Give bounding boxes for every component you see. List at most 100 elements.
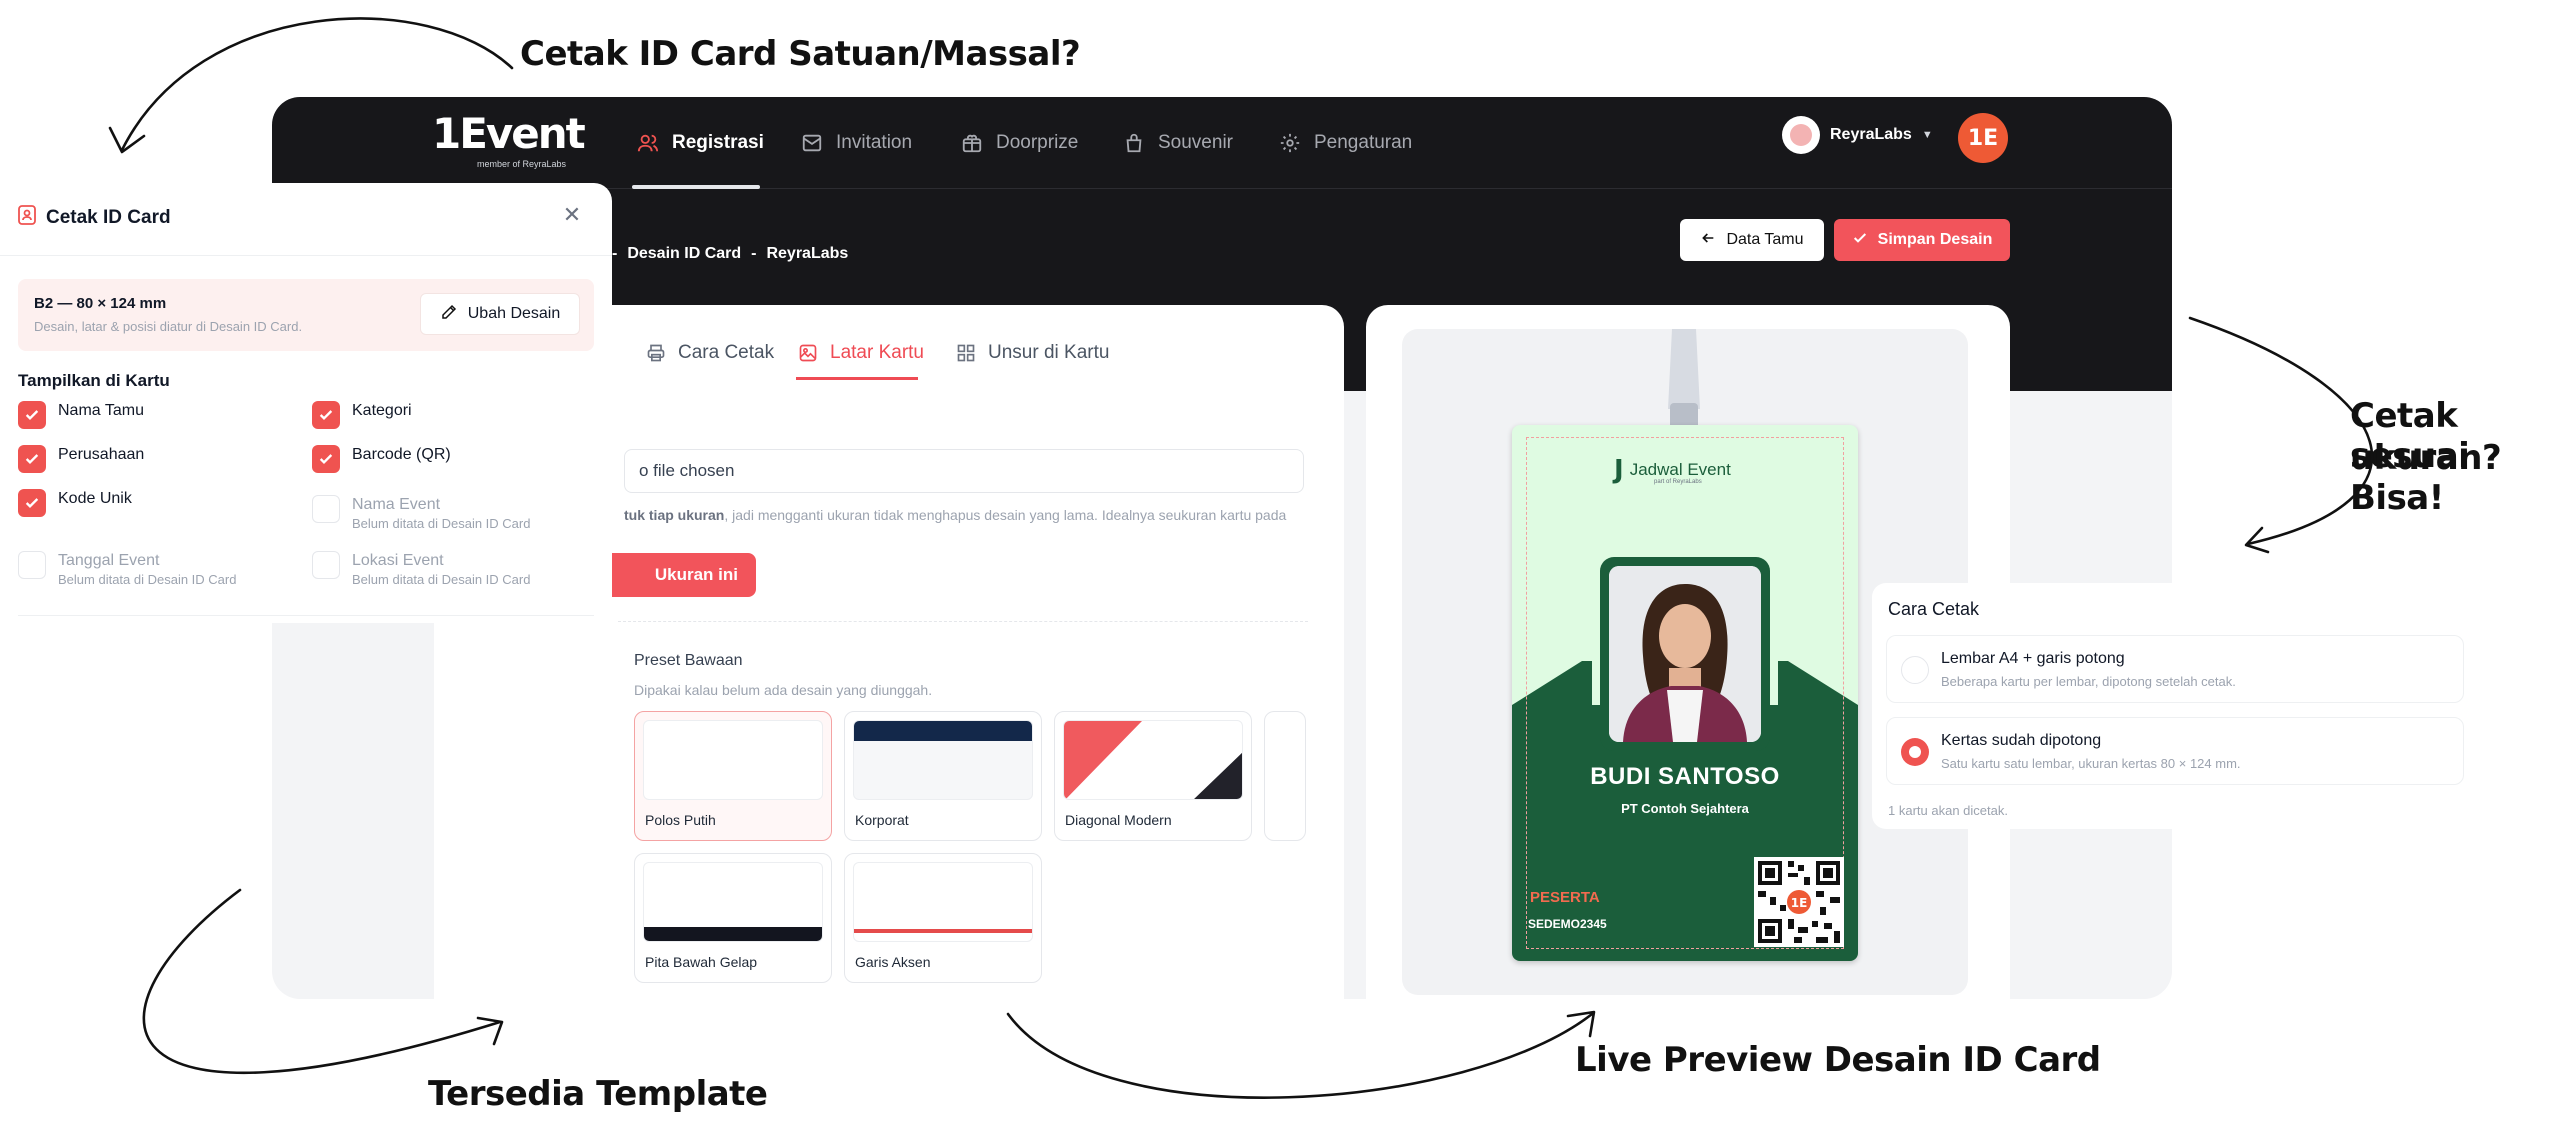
- checkbox-checked[interactable]: [312, 445, 340, 473]
- nav-item-doorprize[interactable]: Doorprize: [960, 123, 1078, 163]
- users-icon: [636, 131, 660, 155]
- preset-polos-putih[interactable]: Polos Putih: [634, 711, 832, 841]
- option-label: Kertas sudah dipotong: [1941, 732, 2102, 749]
- user-menu[interactable]: ReyraLabs ▼: [1782, 115, 1933, 155]
- data-tamu-button[interactable]: Data Tamu: [1680, 219, 1824, 261]
- tab-label: Cara Cetak: [678, 342, 775, 363]
- checkbox-checked[interactable]: [18, 401, 46, 429]
- nav-label: Invitation: [836, 132, 913, 153]
- breadcrumb: - Desain ID Card - ReyraLabs: [612, 245, 848, 263]
- active-tab-indicator: [796, 377, 918, 380]
- card-guest-name: BUDI SANTOSO: [1590, 763, 1780, 790]
- preset-lengkung-atas[interactable]: [1264, 711, 1306, 841]
- nav-label: Doorprize: [996, 132, 1079, 153]
- card-size-description: Desain, latar & posisi diatur di Desain …: [34, 319, 303, 334]
- print-id-card-panel: Cetak ID Card ✕ B2 — 80 × 124 mm Desain,…: [0, 183, 612, 623]
- checkbox-unchecked[interactable]: [312, 495, 340, 523]
- preset-label: Pita Bawah Gelap: [645, 954, 758, 970]
- button-label: Ubah Desain: [467, 305, 561, 322]
- checkbox-unchecked[interactable]: [312, 551, 340, 579]
- checkbox-kategori[interactable]: Kategori: [312, 401, 412, 429]
- brand-avatar[interactable]: 1E: [1958, 113, 2008, 163]
- checkbox-checked[interactable]: [18, 445, 46, 473]
- option-a4-sheet[interactable]: Lembar A4 + garis potong Beberapa kartu …: [1886, 635, 2464, 703]
- arrow-left-icon: [1700, 230, 1716, 251]
- print-method-panel: Cara Cetak Lembar A4 + garis potong Bebe…: [1872, 583, 2472, 829]
- checkbox-label: Perusahaan: [58, 446, 145, 463]
- tab-label: Latar Kartu: [830, 342, 924, 363]
- checkbox-barcode[interactable]: Barcode (QR): [312, 445, 451, 473]
- image-icon: [796, 341, 820, 365]
- checkbox-note: Belum ditata di Desain ID Card: [352, 516, 531, 531]
- checkbox-label: Nama Event: [352, 496, 441, 513]
- checkbox-label: Kode Unik: [58, 490, 132, 507]
- preset-pita-bawah-gelap[interactable]: Pita Bawah Gelap: [634, 853, 832, 983]
- radio-selected[interactable]: [1901, 738, 1929, 766]
- option-description: Beberapa kartu per lembar, dipotong sete…: [1941, 674, 2236, 689]
- panel-title: Cetak ID Card: [46, 207, 171, 228]
- app-logo[interactable]: 1Event member of ReyraLabs: [432, 113, 586, 170]
- breadcrumb-item: ReyraLabs: [766, 245, 849, 262]
- tab-latar-kartu[interactable]: Latar Kartu: [796, 335, 924, 371]
- checkbox-tanggal-event[interactable]: Tanggal Event Belum ditata di Desain ID …: [18, 551, 236, 589]
- panel-header: Cetak ID Card: [18, 205, 171, 231]
- breadcrumb-separator: -: [751, 245, 757, 262]
- nav-item-pengaturan[interactable]: Pengaturan: [1278, 123, 1412, 163]
- background-file-input[interactable]: o file chosen: [624, 449, 1304, 493]
- file-input-value: o file chosen: [639, 461, 735, 480]
- breadcrumb-item[interactable]: Desain ID Card: [627, 245, 741, 263]
- checkbox-label: Nama Tamu: [58, 402, 144, 419]
- checkbox-perusahaan[interactable]: Perusahaan: [18, 445, 144, 473]
- preset-korporat[interactable]: Korporat: [844, 711, 1042, 841]
- apply-size-button[interactable]: Ukuran ini: [604, 553, 756, 597]
- tab-cara-cetak[interactable]: Cara Cetak: [644, 335, 774, 371]
- checkbox-kode-unik[interactable]: Kode Unik: [18, 489, 132, 517]
- logo-subtitle: member of ReyraLabs: [477, 159, 567, 169]
- option-label: Lembar A4 + garis potong: [1941, 650, 2125, 667]
- active-nav-indicator: [632, 185, 760, 189]
- grid-icon: [954, 341, 978, 365]
- checkbox-nama-tamu[interactable]: Nama Tamu: [18, 401, 144, 429]
- bag-icon: [1122, 131, 1146, 155]
- nav-item-souvenir[interactable]: Souvenir: [1122, 123, 1233, 163]
- mail-icon: [800, 131, 824, 155]
- nav-item-registrasi[interactable]: Registrasi: [636, 123, 764, 163]
- preset-diagonal-modern[interactable]: Diagonal Modern: [1054, 711, 1252, 841]
- nav-label: Pengaturan: [1314, 132, 1413, 153]
- checkbox-lokasi-event[interactable]: Lokasi Event Belum ditata di Desain ID C…: [312, 551, 530, 589]
- panel-divider: [18, 615, 594, 616]
- arrow-right: [2188, 316, 2374, 546]
- nav-label: Registrasi: [672, 132, 764, 153]
- card-company: PT Contoh Sejahtera: [1621, 801, 1749, 816]
- nav-item-invitation[interactable]: Invitation: [800, 123, 912, 163]
- option-precut-paper[interactable]: Kertas sudah dipotong Satu kartu satu le…: [1886, 717, 2464, 785]
- card-size-label: B2 — 80 × 124 mm: [34, 295, 167, 312]
- checkbox-nama-event[interactable]: Nama Event Belum ditata di Desain ID Car…: [312, 495, 530, 533]
- save-design-button[interactable]: Simpan Desain: [1834, 219, 2010, 261]
- arrow-bottom-right: [1006, 1012, 1594, 1099]
- option-description: Satu kartu satu lembar, ukuran kertas 80…: [1941, 756, 2241, 771]
- nav-label: Souvenir: [1158, 132, 1233, 153]
- qr-code-icon: 1E: [1754, 857, 1844, 947]
- checkbox-note: Belum ditata di Desain ID Card: [352, 572, 531, 587]
- checkbox-label: Tanggal Event: [58, 552, 160, 569]
- change-design-button[interactable]: Ubah Desain: [420, 293, 580, 335]
- checkbox-note: Belum ditata di Desain ID Card: [58, 572, 237, 587]
- breadcrumb-separator: -: [612, 245, 618, 262]
- button-label: Simpan Desain: [1877, 231, 1993, 248]
- panel-divider: [0, 255, 612, 256]
- preset-garis-aksen[interactable]: Garis Aksen: [844, 853, 1042, 983]
- checkbox-checked[interactable]: [18, 489, 46, 517]
- radio-unselected[interactable]: [1901, 656, 1929, 684]
- top-nav: 1Event member of ReyraLabs Registrasi In…: [272, 97, 2172, 189]
- pencil-icon: [440, 303, 458, 326]
- guest-photo: [1609, 566, 1761, 742]
- checkbox-checked[interactable]: [312, 401, 340, 429]
- checkbox-unchecked[interactable]: [18, 551, 46, 579]
- lanyard-strap: [1668, 329, 1700, 433]
- preset-subtitle: Dipakai kalau belum ada desain yang diun…: [634, 682, 933, 698]
- gift-icon: [960, 131, 984, 155]
- user-avatar: [1782, 116, 1820, 154]
- tab-unsur-di-kartu[interactable]: Unsur di Kartu: [954, 335, 1109, 371]
- close-icon[interactable]: ✕: [560, 203, 584, 227]
